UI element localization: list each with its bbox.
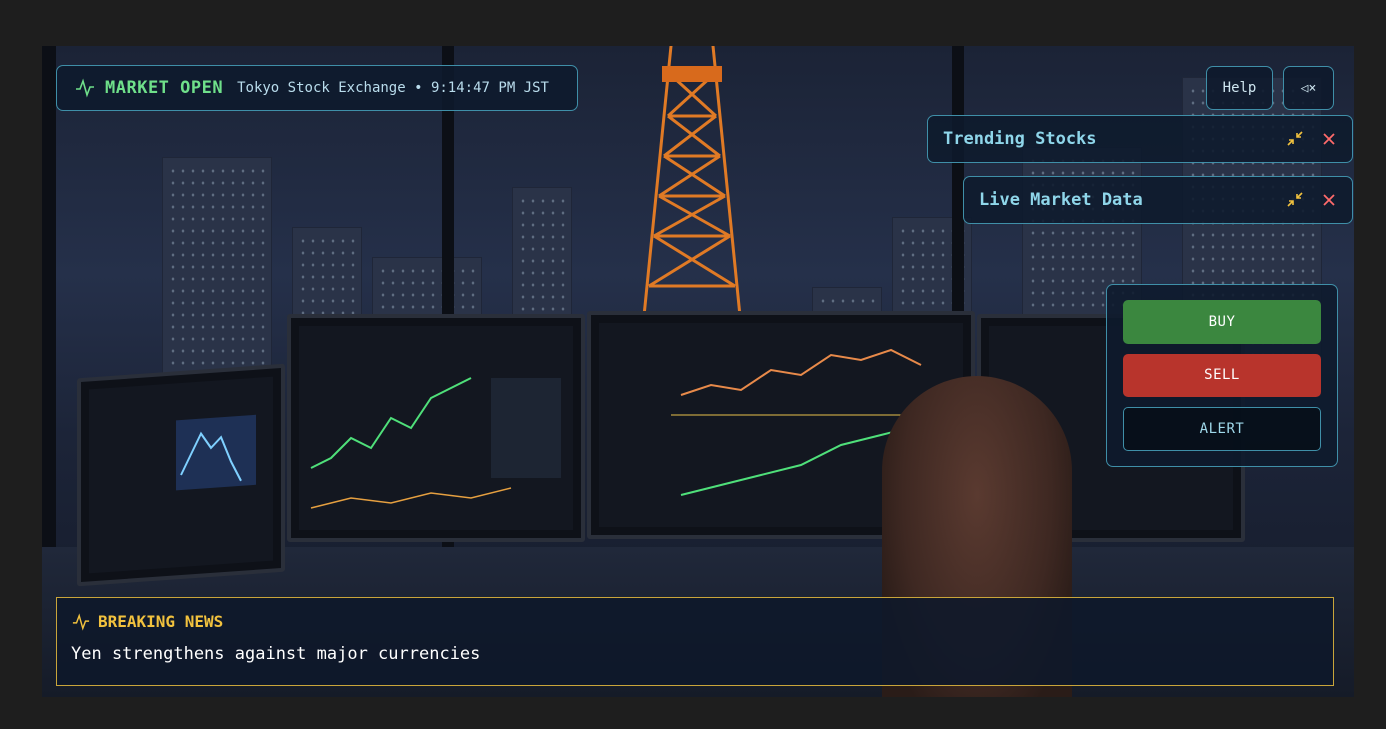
news-header: BREAKING NEWS (72, 612, 1318, 631)
monitor (287, 314, 585, 542)
widget-title: Trending Stocks (943, 129, 1097, 149)
close-icon[interactable] (1318, 189, 1340, 211)
monitor (77, 363, 285, 587)
close-icon[interactable] (1318, 128, 1340, 150)
exchange-time: Tokyo Stock Exchange • 9:14:47 PM JST (237, 80, 549, 96)
breaking-news-banner: BREAKING NEWS Yen strengthens against ma… (56, 597, 1334, 686)
news-title: BREAKING NEWS (98, 612, 224, 631)
alert-button[interactable]: ALERT (1123, 407, 1321, 451)
minimize-icon[interactable] (1284, 128, 1306, 150)
pulse-icon (72, 612, 90, 631)
trending-stocks-widget[interactable]: Trending Stocks (927, 115, 1353, 163)
minimize-icon[interactable] (1284, 189, 1306, 211)
trade-panel: BUY SELL ALERT (1106, 284, 1338, 467)
pulse-icon (76, 78, 94, 98)
widget-title: Live Market Data (979, 190, 1143, 210)
help-button[interactable]: Help (1206, 66, 1273, 110)
sell-button[interactable]: SELL (1123, 353, 1321, 398)
building (162, 157, 272, 397)
live-market-data-widget[interactable]: Live Market Data (963, 176, 1353, 224)
trading-view: MARKET OPEN Tokyo Stock Exchange • 9:14:… (42, 46, 1354, 697)
buy-button[interactable]: BUY (1123, 300, 1321, 344)
news-headline: Yen strengthens against major currencies (71, 644, 481, 664)
mute-icon: ◁× (1300, 80, 1317, 96)
mute-button[interactable]: ◁× (1283, 66, 1334, 110)
market-status-label: MARKET OPEN (105, 78, 224, 98)
tokyo-tower (640, 46, 744, 337)
market-status-bar: MARKET OPEN Tokyo Stock Exchange • 9:14:… (56, 65, 578, 111)
